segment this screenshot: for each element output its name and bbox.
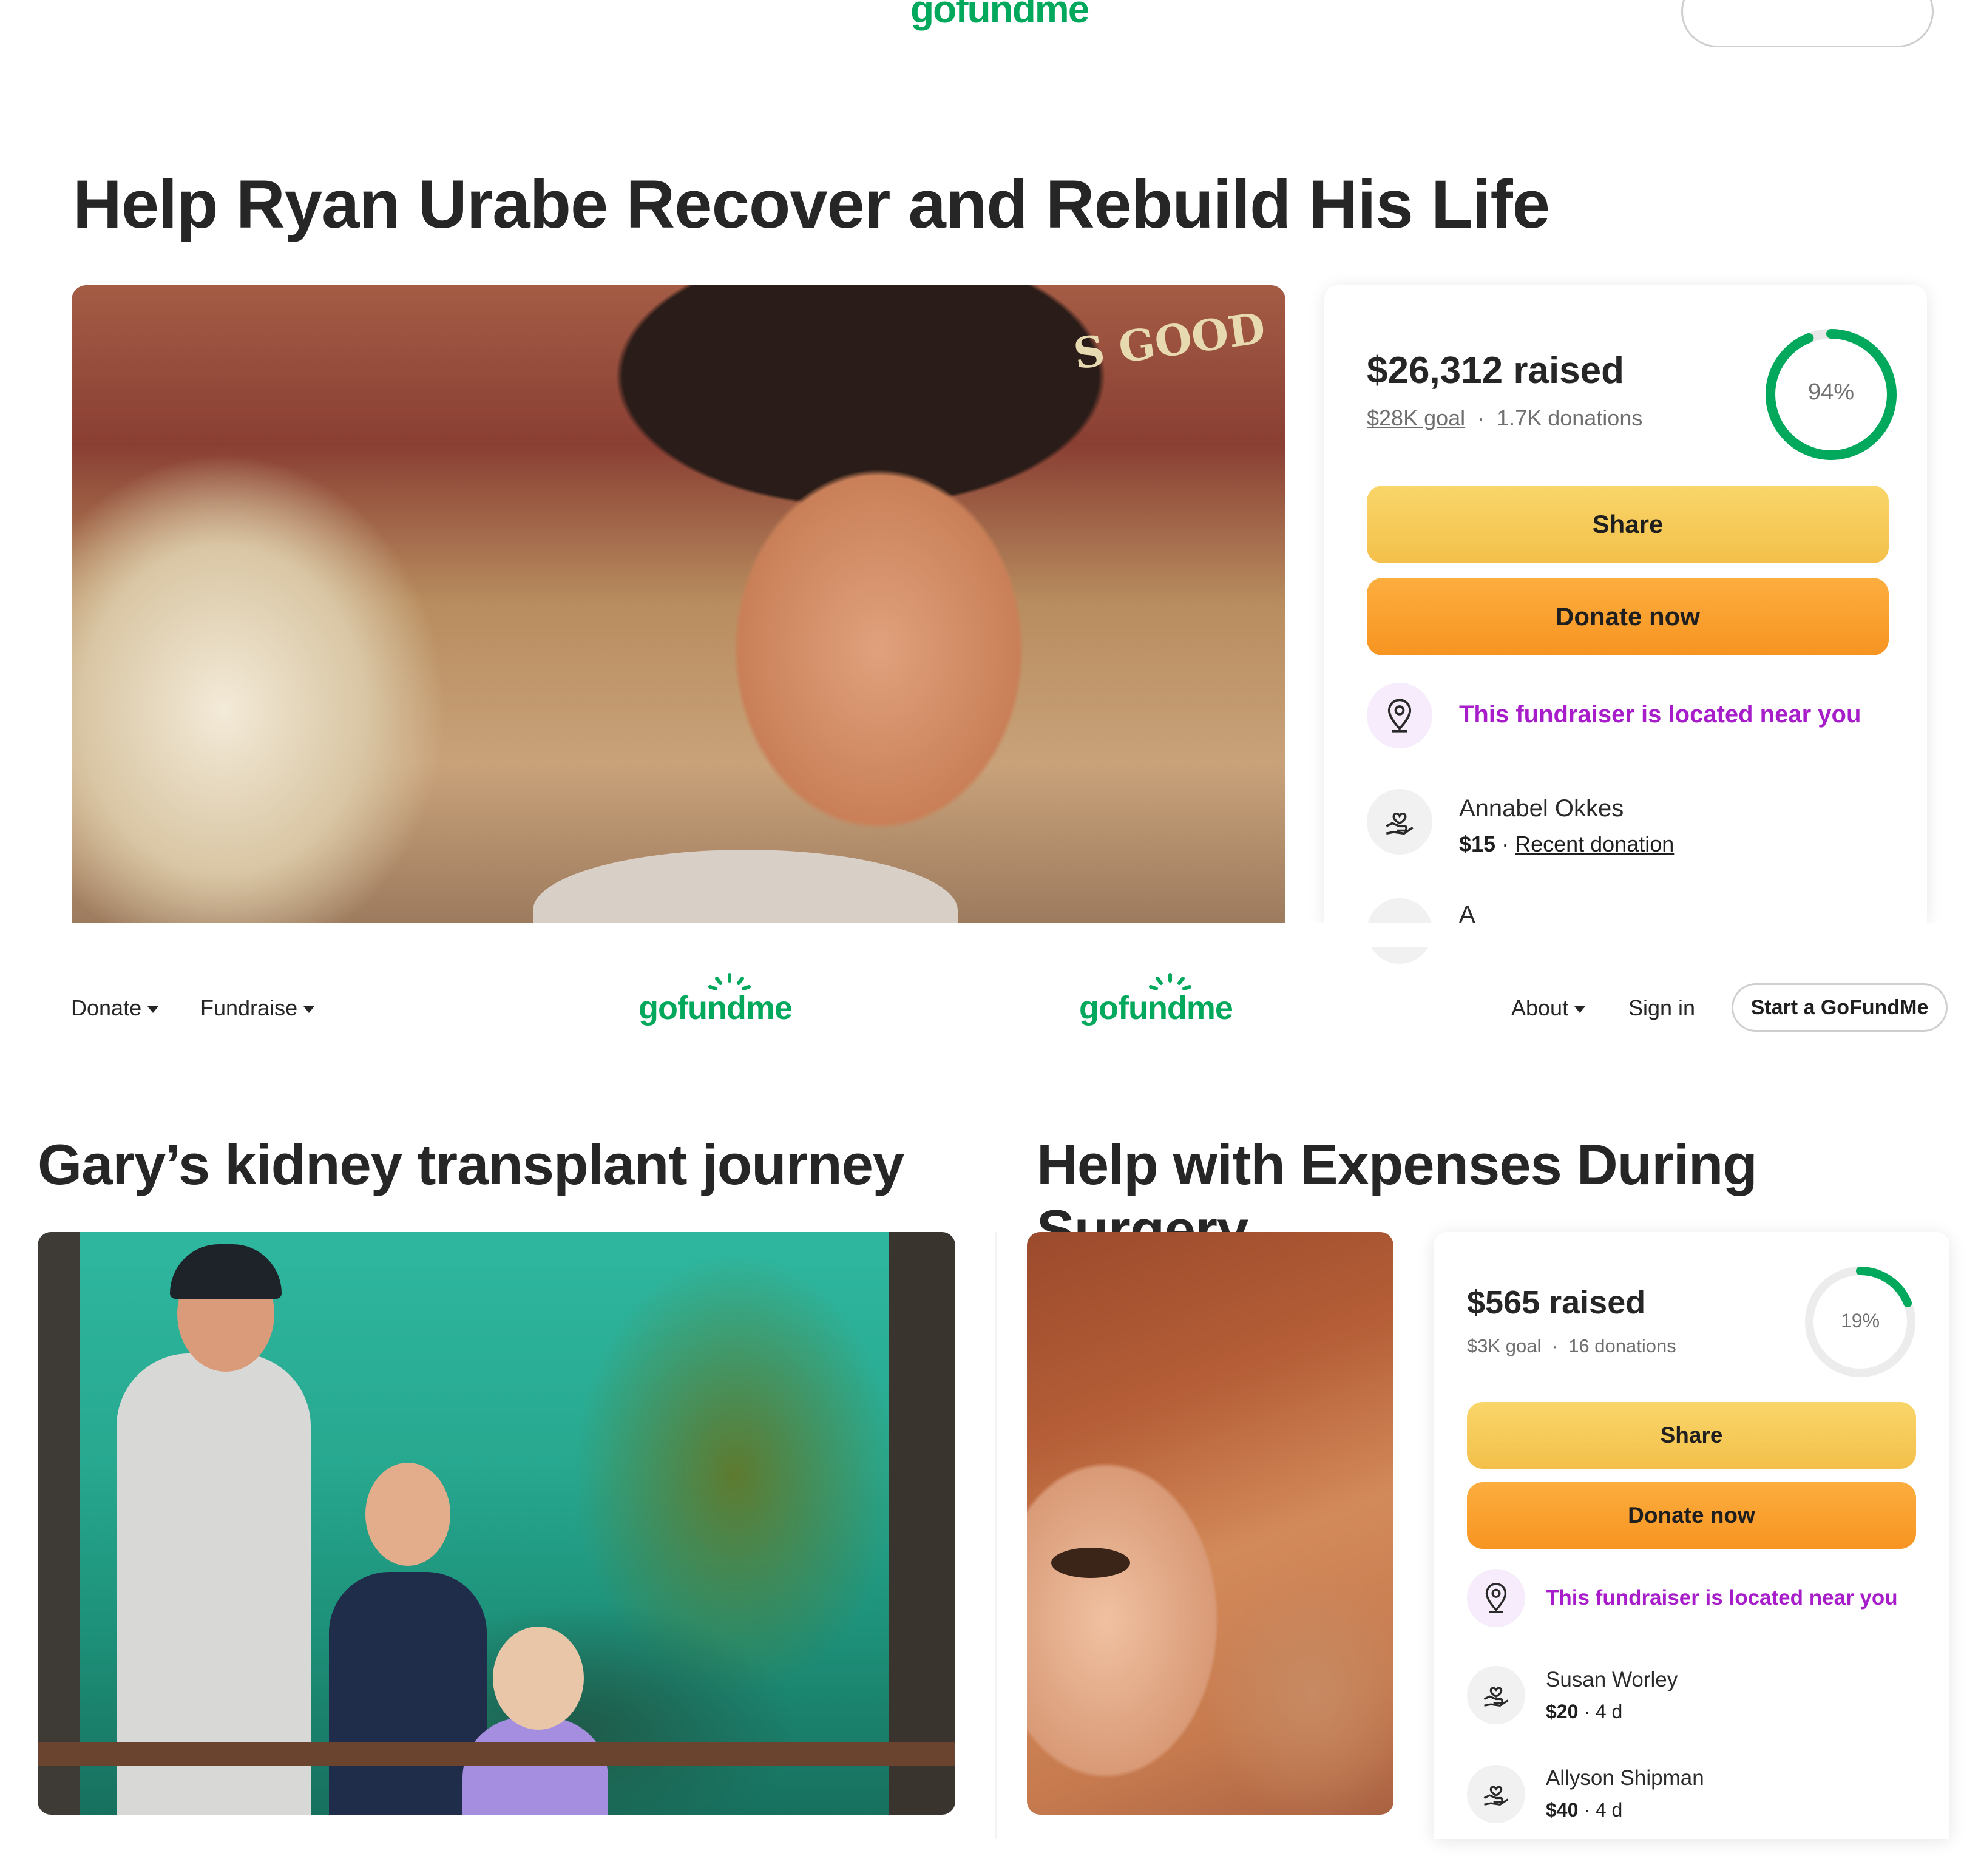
logo-text: gofundme (1079, 990, 1233, 1026)
donation-hand-heart-icon (1467, 1765, 1525, 1823)
donor-name: Allyson Shipman (1546, 1766, 1704, 1790)
donor-amount: $40 (1546, 1799, 1579, 1821)
goal-meta: $3K goal · 16 donations (1467, 1335, 1676, 1357)
chevron-down-icon (147, 1006, 159, 1013)
goal-text: $3K goal (1467, 1335, 1542, 1356)
location-pin-svg (1485, 1583, 1507, 1613)
nav-fundraise-label: Fundraise (200, 995, 298, 1020)
progress-ring: 19% (1801, 1262, 1920, 1381)
share-button[interactable]: Share (1367, 486, 1889, 563)
photo-person (462, 1718, 608, 1815)
progress-percent: 19% (1840, 1310, 1880, 1332)
fundraiser-photo[interactable]: S GOOD (72, 285, 1285, 923)
near-you-text: This fundraiser is located near you (1546, 1586, 1898, 1610)
brand-logo-right[interactable]: gofundme (1079, 973, 1233, 1027)
fundraiser-title: Gary’s kidney transplant journey (38, 1133, 904, 1196)
progress-percent: 94% (1807, 379, 1855, 405)
donor-time: 4 d (1595, 1701, 1623, 1722)
photo-eye (1051, 1548, 1130, 1578)
sign-in-link[interactable]: Sign in (1628, 995, 1695, 1021)
chevron-down-icon (1574, 1006, 1586, 1013)
hand-heart-svg (1483, 1786, 1509, 1806)
hand-heart-svg (1483, 1687, 1509, 1707)
nav-about-label: About (1511, 995, 1569, 1020)
recent-donation-link[interactable]: Recent donation (1515, 831, 1674, 856)
donor-name: Annabel Okkes (1459, 795, 1624, 822)
start-gofundme-button-partial[interactable] (1681, 0, 1934, 47)
progress-ring: 94% (1761, 325, 1901, 464)
donor-amount: $15 (1459, 831, 1496, 856)
photo-sign-text: S GOOD (1070, 302, 1268, 379)
brand-logo-partial[interactable]: gofundme (910, 0, 1089, 32)
photo-person-head (365, 1463, 450, 1566)
meta-separator: · (1583, 1701, 1596, 1722)
photo-shirt (533, 850, 958, 923)
donor-name: Susan Worley (1546, 1668, 1678, 1691)
logo-text: gofundme (638, 990, 793, 1026)
donate-now-button[interactable]: Donate now (1367, 578, 1889, 655)
amount-raised: $26,312 raised (1367, 350, 1625, 391)
donation-card: $565 raised $3K goal · 16 donations 19% … (1434, 1232, 1949, 1839)
donation-count: 16 donations (1568, 1335, 1676, 1356)
fundraiser-photo[interactable] (38, 1232, 955, 1815)
donate-now-button[interactable]: Donate now (1467, 1482, 1916, 1549)
logo-sun-icon (708, 973, 751, 990)
screenshot-divider (995, 1232, 997, 1839)
nav-donate-menu[interactable]: Donate (71, 995, 159, 1021)
hand-heart-svg (1386, 813, 1414, 835)
chevron-down-icon (303, 1006, 315, 1013)
photo-rail (38, 1742, 955, 1766)
goal-meta: $28K goal · 1.7K donations (1367, 405, 1642, 431)
nav-donate-label: Donate (71, 995, 142, 1020)
donation-count: 1.7K donations (1497, 405, 1643, 430)
fundraiser-title: Help Ryan Urabe Recover and Rebuild His … (73, 166, 1550, 242)
donation-hand-heart-icon (1367, 789, 1432, 855)
logo-sun-icon (1149, 973, 1191, 990)
location-pin-icon (1367, 683, 1432, 748)
donor-amount-row: $40 · 4 d (1546, 1799, 1622, 1821)
goal-link[interactable]: $28K goal (1367, 405, 1465, 430)
start-gofundme-button[interactable]: Start a GoFundMe (1732, 983, 1948, 1032)
share-button[interactable]: Share (1467, 1402, 1916, 1469)
nav-about-menu[interactable]: About (1511, 995, 1586, 1021)
donor-amount-row: $20 · 4 d (1546, 1701, 1622, 1723)
donation-hand-heart-icon (1467, 1666, 1525, 1724)
photo-person-head (493, 1627, 584, 1730)
donor-amount-row: $15 · Recent donation (1459, 831, 1674, 857)
meta-separator: · (1546, 1335, 1569, 1356)
meta-separator: · (1471, 405, 1497, 430)
location-pin-icon (1467, 1569, 1525, 1627)
screenshot-divider (0, 923, 1981, 947)
brand-logo-left[interactable]: gofundme (638, 973, 793, 1027)
amount-raised: $565 raised (1467, 1284, 1646, 1321)
nav-fundraise-menu[interactable]: Fundraise (200, 995, 315, 1021)
near-you-text: This fundraiser is located near you (1459, 701, 1861, 728)
photo-cap (170, 1244, 282, 1299)
donor-amount: $20 (1546, 1701, 1579, 1722)
donation-card: $26,312 raised $28K goal · 1.7K donation… (1324, 285, 1927, 964)
donor-time: 4 d (1595, 1799, 1623, 1821)
location-pin-svg (1387, 699, 1412, 733)
fundraiser-photo[interactable] (1027, 1232, 1393, 1815)
meta-separator: · (1583, 1799, 1596, 1821)
meta-separator: · (1502, 831, 1515, 856)
